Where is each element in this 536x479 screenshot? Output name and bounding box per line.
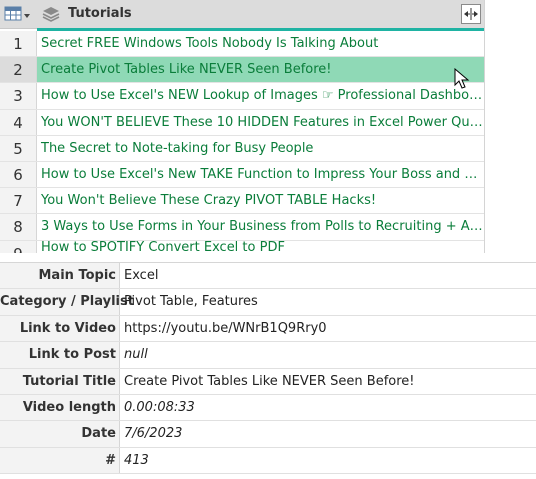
tutorial-cell[interactable]: 3 Ways to Use Forms in Your Business fro… — [37, 214, 484, 239]
expand-arrows-icon[interactable] — [461, 4, 481, 24]
tutorial-cell[interactable]: Secret FREE Windows Tools Nobody Is Talk… — [37, 31, 484, 56]
column-title[interactable]: Tutorials — [68, 6, 132, 21]
detail-row: Main Topic Excel — [0, 263, 536, 290]
row-number[interactable]: 2 — [0, 57, 37, 83]
detail-row: Link to Video https://youtu.be/WNrB1Q9Rry… — [0, 315, 536, 343]
table-row[interactable]: 9How to SPOTIFY Convert Excel to PDF — [0, 240, 484, 254]
table-row[interactable]: 5 The Secret to Note-taking for Busy Peop… — [0, 135, 484, 162]
tutorials-column-grid: Tutorials 1 Secret FREE Windows Tools Nob… — [0, 0, 485, 253]
row-number[interactable]: 5 — [0, 135, 37, 161]
table-row[interactable]: 2 Create Pivot Tables Like NEVER Seen Bef… — [0, 57, 484, 84]
detail-label: Date — [0, 421, 120, 447]
tutorial-cell[interactable]: The Secret to Note-taking for Busy Peopl… — [37, 136, 484, 161]
row-number[interactable]: 9 — [0, 240, 37, 253]
detail-row: Video length 0.00:08:33 — [0, 394, 536, 422]
detail-label: Main Topic — [0, 263, 120, 289]
table-row[interactable]: 7 You Won't Believe These Crazy PIVOT TAB… — [0, 188, 484, 215]
row-number[interactable]: 3 — [0, 83, 37, 109]
detail-row: #413 — [0, 447, 536, 475]
detail-value[interactable]: 7/6/2023 — [120, 421, 536, 446]
row-number[interactable]: 1 — [0, 31, 37, 57]
table-row[interactable]: 4 You WON'T BELIEVE These 10 HIDDEN Featu… — [0, 109, 484, 136]
row-number[interactable]: 7 — [0, 188, 37, 214]
detail-label: # — [0, 447, 120, 474]
grid-rows: 1 Secret FREE Windows Tools Nobody Is Tal… — [0, 31, 484, 253]
record-details-pane: Main Topic Excel Category / Playlist Pivot … — [0, 262, 536, 475]
detail-label: Video length — [0, 394, 120, 421]
tutorial-cell[interactable]: Create Pivot Tables Like NEVER Seen Befo… — [37, 57, 484, 83]
detail-value[interactable]: Create Pivot Tables Like NEVER Seen Befo… — [120, 369, 536, 394]
layers-icon — [42, 6, 60, 22]
tutorial-cell[interactable]: How to SPOTIFY Convert Excel to PDF — [37, 241, 484, 254]
table-row[interactable]: 3 How to Use Excel's NEW Lookup of Images… — [0, 83, 484, 110]
detail-row: Date 7/6/2023 — [0, 421, 536, 448]
detail-row: Link to Post null — [0, 342, 536, 369]
detail-row: Category / Playlist Pivot Table, Features — [0, 289, 536, 316]
tutorial-cell[interactable]: You Won't Believe These Crazy PIVOT TABL… — [37, 188, 484, 213]
column-header: Tutorials — [0, 0, 484, 29]
detail-value[interactable]: Pivot Table, Features — [120, 289, 536, 314]
row-number[interactable]: 8 — [0, 214, 37, 240]
detail-label: Link to Post — [0, 342, 120, 368]
row-number[interactable]: 4 — [0, 109, 37, 135]
detail-value[interactable]: null — [120, 342, 536, 367]
row-number[interactable]: 6 — [0, 161, 37, 188]
detail-value[interactable]: 0.00:08:33 — [120, 395, 536, 420]
tutorial-cell[interactable]: How to Use Excel's New TAKE Function to … — [37, 162, 484, 187]
detail-label: Tutorial Title — [0, 368, 120, 394]
detail-label: Link to Video — [0, 315, 120, 342]
detail-value[interactable]: 413 — [120, 448, 536, 473]
table-row[interactable]: 6 How to Use Excel's New TAKE Function to… — [0, 161, 484, 189]
table-menu-icon[interactable] — [4, 5, 32, 23]
detail-label: Category / Playlist — [0, 289, 134, 315]
detail-value[interactable]: Excel — [120, 263, 536, 288]
detail-row: Tutorial Title Create Pivot Tables Like N… — [0, 368, 536, 395]
mouse-cursor-icon — [454, 67, 470, 90]
table-row[interactable]: 1 Secret FREE Windows Tools Nobody Is Tal… — [0, 31, 484, 58]
detail-value[interactable]: https://youtu.be/WNrB1Q9Rry0 — [120, 316, 536, 341]
tutorial-cell[interactable]: You WON'T BELIEVE These 10 HIDDEN Featur… — [37, 110, 484, 135]
tutorial-cell[interactable]: How to Use Excel's NEW Lookup of Images … — [37, 83, 484, 108]
table-row[interactable]: 83 Ways to Use Forms in Your Business fr… — [0, 214, 484, 241]
